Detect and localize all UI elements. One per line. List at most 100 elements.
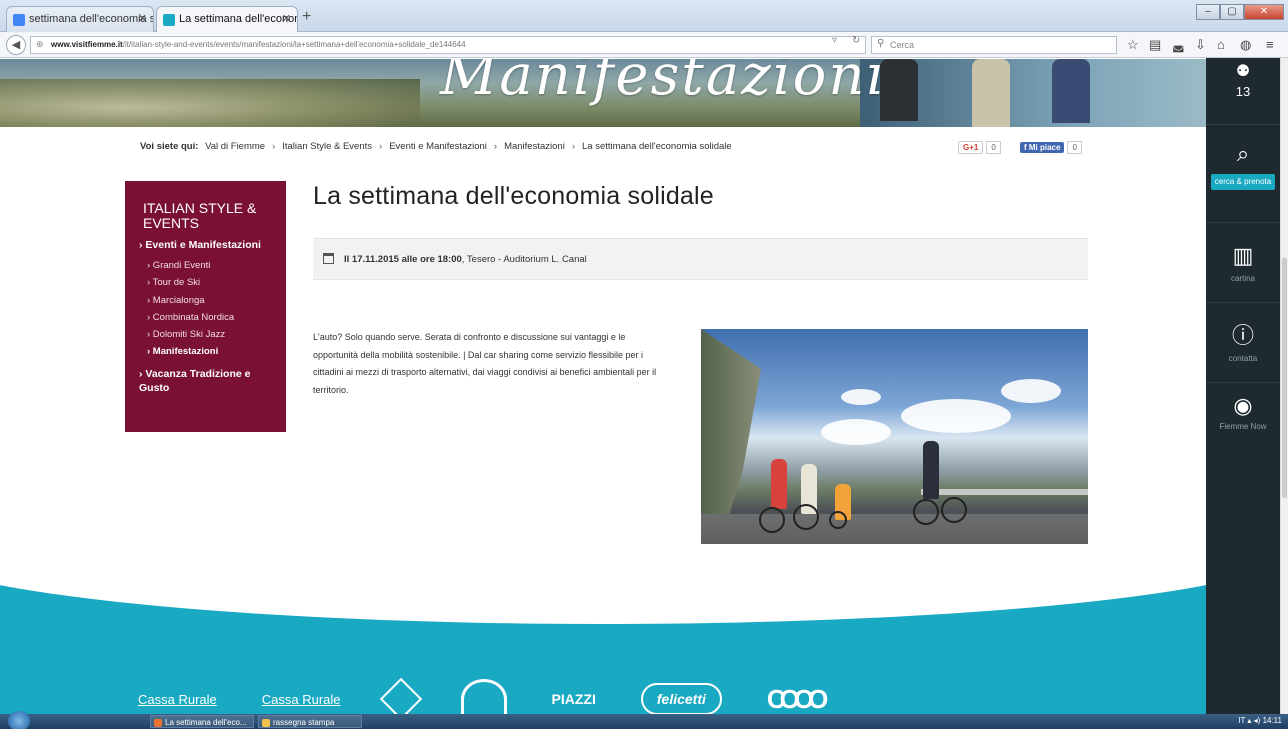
close-tab-icon[interactable]: ✕ (138, 12, 147, 25)
gplus-count: 0 (986, 140, 1001, 154)
browser-tab-2[interactable]: La settimana dell'economi... ✕ (156, 6, 298, 32)
chat-icon[interactable]: ◍ (1240, 37, 1251, 53)
cloud-shape (821, 419, 891, 445)
tab-label: settimana dell'economia s... (29, 13, 154, 25)
facebook-like: f Mi piace 0 (1020, 140, 1082, 154)
scrollbar-thumb[interactable] (1282, 258, 1287, 498)
language-indicator[interactable]: IT (1238, 716, 1245, 725)
site-identity-icon[interactable]: ⊕ (36, 39, 44, 50)
side-menu-section[interactable]: › Eventi e Manifestazioni (139, 239, 272, 251)
side-menu-item[interactable]: › Marcialonga (147, 292, 272, 309)
event-date: Il 17.11.2015 alle ore 18:00 (344, 254, 462, 265)
tab-label: La settimana dell'economi... (179, 13, 297, 25)
browser-navbar: ◀ ⊕ www.visitfiemme.it/it/italian-style-… (0, 32, 1288, 58)
contact-widget[interactable]: ⓘ contatta (1206, 324, 1280, 364)
bicycle-wheel (793, 504, 819, 530)
side-menu: ITALIAN STYLE & EVENTS › Eventi e Manife… (125, 181, 286, 432)
bookmarks-list-icon[interactable]: ▤ (1149, 37, 1161, 53)
start-button[interactable] (8, 711, 30, 729)
bicycle-wheel (941, 497, 967, 523)
divider (1206, 124, 1280, 125)
contact-label: contatta (1228, 354, 1258, 363)
window-controls: – ▢ ✕ (1196, 4, 1284, 22)
chevron-right-icon: › (571, 141, 575, 152)
footer-curve (0, 544, 1206, 624)
search-book-button[interactable]: cerca & prenota (1210, 174, 1276, 190)
gplus-button[interactable]: G+1 (958, 140, 984, 154)
breadcrumb-current: La settimana dell'economia solidale (581, 141, 732, 152)
side-menu-item[interactable]: › Tour de Ski (147, 274, 272, 291)
close-window-button[interactable]: ✕ (1244, 4, 1284, 20)
page-scrollbar[interactable] (1280, 58, 1288, 714)
side-menu-category[interactable]: ITALIAN STYLE & EVENTS (143, 201, 272, 231)
hero-title: Manifestazioni (440, 59, 887, 108)
sponsor-logo-felicetti[interactable]: felicetti (640, 683, 722, 714)
search-book-widget[interactable]: ⌕ cerca & prenota (1206, 142, 1280, 190)
new-tab-button[interactable]: + (302, 8, 311, 26)
download-icon[interactable]: ⇩ (1195, 37, 1206, 53)
sponsor-logo-diamond[interactable] (379, 677, 422, 714)
browser-tab-bar: settimana dell'economia s... ✕ La settim… (0, 0, 1288, 32)
divider (1206, 222, 1280, 223)
cloud-shape (901, 399, 1011, 433)
sponsor-logo-cassa-rurale[interactable]: Cassa Rurale (138, 692, 217, 707)
bicycle-wheel (759, 507, 785, 533)
taskbar-item-folder[interactable]: rassegna stampa (258, 715, 362, 728)
folder-icon (262, 719, 270, 727)
event-date-bar: Il 17.11.2015 alle ore 18:00, Tesero - A… (313, 238, 1088, 280)
home-icon[interactable]: ⌂ (1217, 37, 1225, 52)
map-icon: ▥ (1232, 243, 1254, 268)
side-menu-item-current[interactable]: › Manifestazioni (147, 343, 272, 360)
sponsor-logo-piazzi[interactable]: PIAZZI (552, 691, 596, 707)
fiemme-now-label: Fiemme Now (1219, 422, 1267, 431)
side-menu-item[interactable]: › Combinata Nordica (147, 309, 272, 326)
hero-person-image (972, 59, 1010, 127)
cliff-shape (701, 329, 761, 529)
cloud-shape (1001, 379, 1061, 403)
map-widget[interactable]: ▥ cartina (1206, 243, 1280, 284)
pocket-icon[interactable]: ◛ (1172, 37, 1185, 53)
breadcrumb-item[interactable]: Eventi e Manifestazioni (389, 141, 487, 152)
right-sidebar: ⚉ 13 ⌕ cerca & prenota ▥ cartina ⓘ conta… (1206, 58, 1280, 714)
gplus-share: G+1 0 (958, 140, 1001, 154)
weather-icon: ⚉ (1235, 63, 1251, 80)
side-menu-item[interactable]: › Dolomiti Ski Jazz (147, 326, 272, 343)
reload-icon[interactable]: ↻ (852, 35, 860, 46)
event-location: , Tesero - Auditorium L. Canal (461, 254, 587, 265)
clock[interactable]: 14:11 (1263, 716, 1282, 725)
taskbar-item-firefox[interactable]: La settimana dell'eco... (150, 715, 254, 728)
weather-temperature: 13 (1235, 84, 1251, 99)
back-button[interactable]: ◀ (6, 35, 26, 55)
event-description: L'auto? Solo quando serve. Serata di con… (313, 332, 657, 395)
address-bar[interactable]: ⊕ www.visitfiemme.it/it/italian-style-an… (30, 36, 866, 54)
side-menu-section[interactable]: › Vacanza Tradizione e Gusto (139, 367, 272, 395)
sponsor-logo-coop[interactable]: COOO (767, 684, 829, 715)
bookmark-star-icon[interactable]: ☆ (1127, 37, 1139, 53)
breadcrumb-item[interactable]: Manifestazioni (504, 141, 565, 152)
google-favicon-icon (13, 14, 25, 26)
menu-icon[interactable]: ≡ (1266, 37, 1274, 52)
map-label: cartina (1230, 274, 1255, 283)
browser-tab-1[interactable]: settimana dell'economia s... ✕ (6, 6, 154, 32)
breadcrumb-lead: Voi siete qui: (140, 141, 199, 152)
minimize-button[interactable]: – (1196, 4, 1220, 20)
sponsor-logo-cassa-rurale[interactable]: Cassa Rurale (262, 692, 341, 707)
close-tab-icon[interactable]: ✕ (282, 12, 291, 25)
weather-widget[interactable]: ⚉ 13 (1206, 60, 1280, 99)
dropdown-arrow-icon[interactable]: ▿ (832, 35, 837, 46)
sponsor-logo-mountain[interactable] (460, 679, 507, 714)
maximize-button[interactable]: ▢ (1220, 4, 1244, 20)
hero-rocks-image (0, 79, 420, 127)
side-menu-item[interactable]: › Grandi Eventi (147, 257, 272, 274)
system-tray: IT ▴ ◂) 14:11 (1238, 716, 1282, 725)
search-input[interactable]: ⚲ Cerca (871, 36, 1117, 54)
taskbar-label: rassegna stampa (273, 718, 335, 727)
breadcrumb-item[interactable]: Italian Style & Events (282, 141, 372, 152)
facebook-like-button[interactable]: f Mi piace (1020, 141, 1065, 153)
search-icon: ⚲ (877, 38, 885, 49)
breadcrumb-item[interactable]: Val di Fiemme (205, 141, 265, 152)
volume-icon[interactable]: ▴ ◂) (1247, 716, 1262, 725)
taskbar-label: La settimana dell'eco... (165, 718, 247, 727)
calendar-icon (323, 253, 334, 264)
fiemme-now-widget[interactable]: ◉ Fiemme Now (1206, 394, 1280, 432)
